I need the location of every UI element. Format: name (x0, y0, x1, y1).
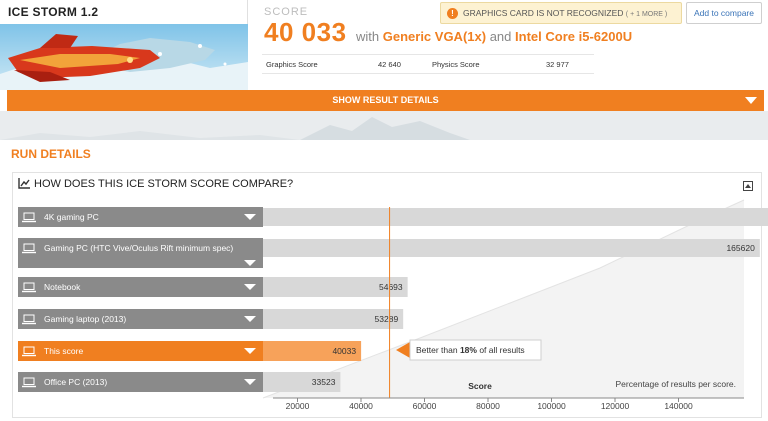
overall-score: 40 033 (264, 17, 347, 47)
decorative-strip (0, 111, 768, 140)
system-summary: with Generic VGA(1x) and Intel Core i5-6… (356, 29, 632, 44)
add-to-compare-button[interactable]: Add to compare (686, 2, 762, 24)
graphics-score-value: 42 640 (378, 60, 401, 69)
score-comparison-panel: HOW DOES THIS ICE STORM SCORE COMPARE? (12, 172, 762, 418)
physics-score-label: Physics Score (432, 60, 480, 69)
chevron-down-icon (745, 97, 757, 104)
graphics-score-label: Graphics Score (266, 60, 318, 69)
warning-icon: ! (447, 8, 458, 19)
comparison-heading-text: HOW DOES THIS ICE STORM SCORE COMPARE? (34, 178, 294, 190)
show-result-details-bar[interactable]: SHOW RESULT DETAILS (7, 90, 764, 111)
run-details-heading: RUN DETAILS (11, 147, 91, 161)
notice-text: GRAPHICS CARD IS NOT RECOGNIZED (463, 8, 624, 18)
comparison-heading: HOW DOES THIS ICE STORM SCORE COMPARE? (18, 178, 293, 192)
and-text: and (489, 29, 512, 44)
gpu-link[interactable]: Generic VGA(1x) (383, 29, 486, 44)
benchmark-title: ICE STORM 1.2 (8, 5, 99, 19)
benchmark-artwork (0, 24, 248, 90)
gpu-not-recognized-notice[interactable]: ! GRAPHICS CARD IS NOT RECOGNIZED ( + 1 … (440, 2, 682, 24)
show-result-details-label: SHOW RESULT DETAILS (332, 95, 439, 105)
collapse-panel-button[interactable] (743, 181, 753, 191)
bar-chart-icon (18, 178, 30, 192)
benchmark-card[interactable]: ICE STORM 1.2 (0, 0, 248, 90)
cpu-link[interactable]: Intel Core i5-6200U (515, 29, 632, 44)
notice-more[interactable]: ( + 1 MORE ) (626, 11, 667, 18)
sub-scores: Graphics Score 42 640 Physics Score 32 9… (262, 54, 594, 74)
physics-score-value: 32 977 (546, 60, 569, 69)
result-header: ICE STORM 1.2 SCORE 40 033 with Generic … (0, 0, 768, 90)
result-page: ICE STORM 1.2 SCORE 40 033 with Generic … (0, 0, 768, 421)
score-summary: SCORE 40 033 with Generic VGA(1x) and In… (248, 0, 768, 90)
with-text: with (356, 29, 380, 44)
